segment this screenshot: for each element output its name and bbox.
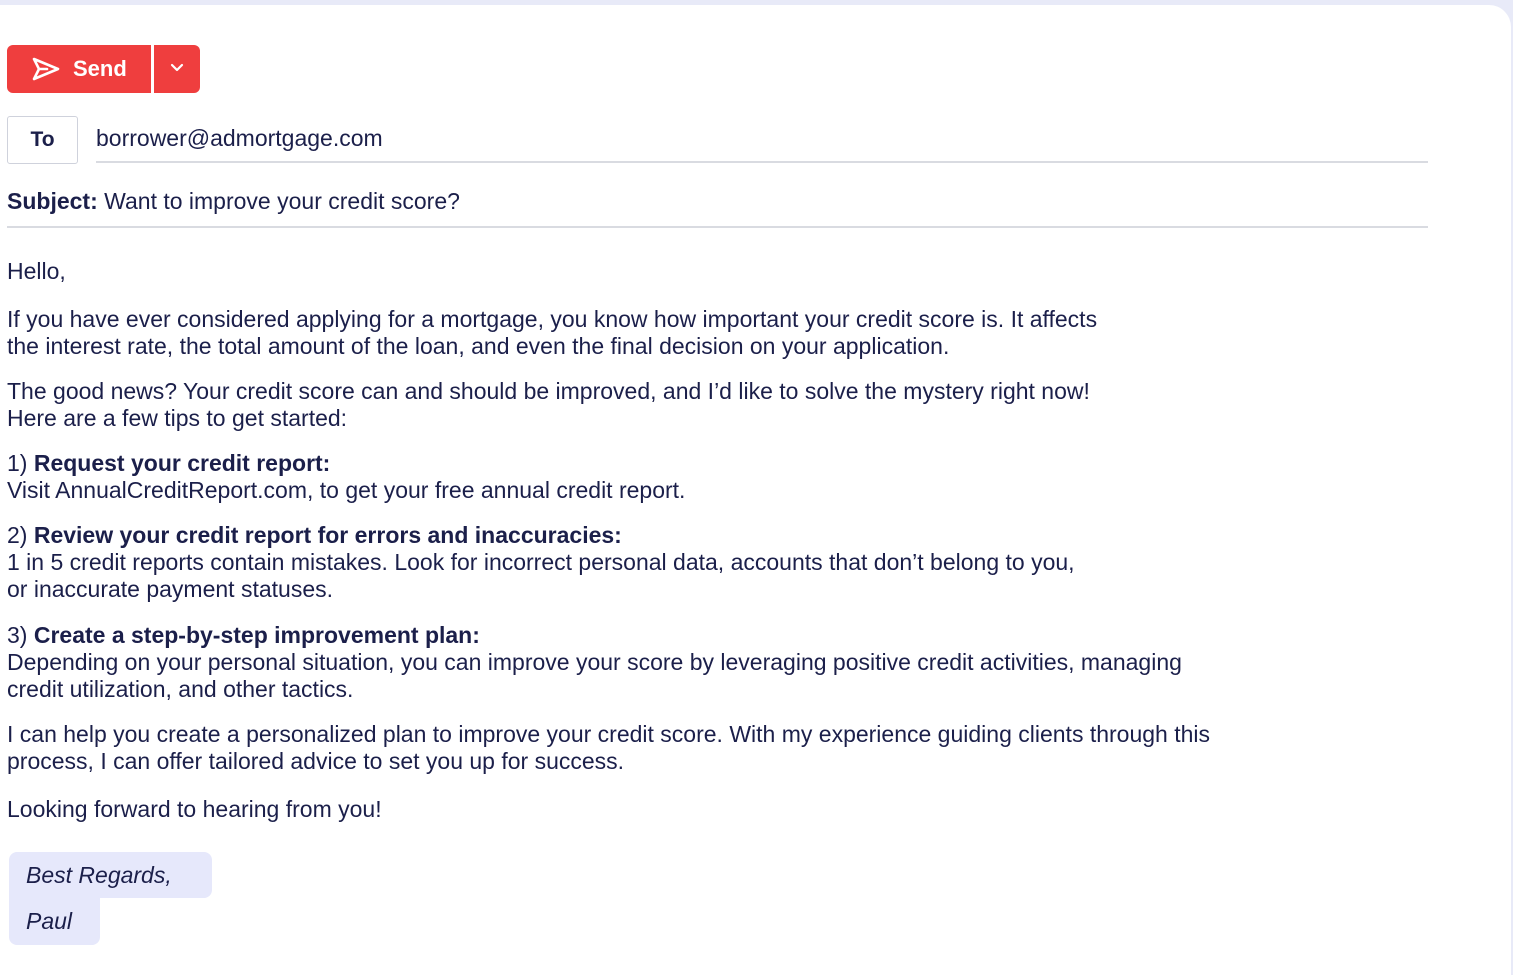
send-label: Send: [73, 56, 127, 81]
signature-name: Paul: [9, 898, 100, 945]
to-button[interactable]: To: [7, 116, 78, 164]
send-button-group: Send: [7, 45, 200, 93]
tip-2: 2) Review your credit report for errors …: [7, 522, 1487, 603]
send-options-dropdown[interactable]: [154, 45, 200, 93]
email-body[interactable]: Hello, If you have ever considered apply…: [7, 258, 1487, 823]
tip-number: 1): [7, 450, 28, 476]
tip-number: 2): [7, 522, 28, 548]
tip-1: 1) Request your credit report: Visit Ann…: [7, 450, 1487, 504]
intro-line-1: If you have ever considered applying for…: [7, 306, 1098, 332]
tip-line: or inaccurate payment statuses.: [7, 576, 333, 602]
subject-label: Subject:: [7, 188, 98, 214]
tip-3: 3) Create a step-by-step improvement pla…: [7, 622, 1487, 703]
tip-line: 1 in 5 credit reports contain mistakes. …: [7, 549, 1075, 575]
signature: Best Regards, Paul: [9, 852, 212, 945]
news-line-2: Here are a few tips to get started:: [7, 405, 348, 431]
chevron-down-icon: [170, 60, 184, 78]
greeting: Hello,: [7, 258, 66, 284]
to-field[interactable]: [96, 116, 1428, 163]
offer-paragraph: I can help you create a personalized pla…: [7, 721, 1487, 775]
offer-line-1: I can help you create a personalized pla…: [7, 721, 1211, 747]
intro-paragraph: If you have ever considered applying for…: [7, 306, 1487, 360]
intro-line-2: the interest rate, the total amount of t…: [7, 333, 950, 359]
send-button[interactable]: Send: [7, 45, 151, 93]
tip-line: Depending on your personal situation, yo…: [7, 649, 1182, 675]
signature-sign-off: Best Regards,: [9, 852, 212, 898]
tip-line: Visit AnnualCreditReport.com, to get you…: [7, 477, 686, 503]
to-row: To: [7, 116, 1428, 164]
closing-line: Looking forward to hearing from you!: [7, 796, 382, 822]
tip-title: Create a step-by-step improvement plan:: [33, 622, 480, 648]
subject-value: Want to improve your credit score?: [104, 188, 460, 214]
subject-field[interactable]: Subject: Want to improve your credit sco…: [7, 188, 1428, 228]
send-icon: [31, 56, 61, 82]
tip-title: Review your credit report for errors and…: [33, 522, 622, 548]
tip-title: Request your credit report:: [33, 450, 331, 476]
news-paragraph: The good news? Your credit score can and…: [7, 378, 1487, 432]
tip-number: 3): [7, 622, 28, 648]
news-line-1: The good news? Your credit score can and…: [7, 378, 1090, 404]
email-compose-window: Send To Subject: Want to improve your cr…: [0, 5, 1511, 975]
tip-line: credit utilization, and other tactics.: [7, 676, 354, 702]
offer-line-2: process, I can offer tailored advice to …: [7, 748, 625, 774]
